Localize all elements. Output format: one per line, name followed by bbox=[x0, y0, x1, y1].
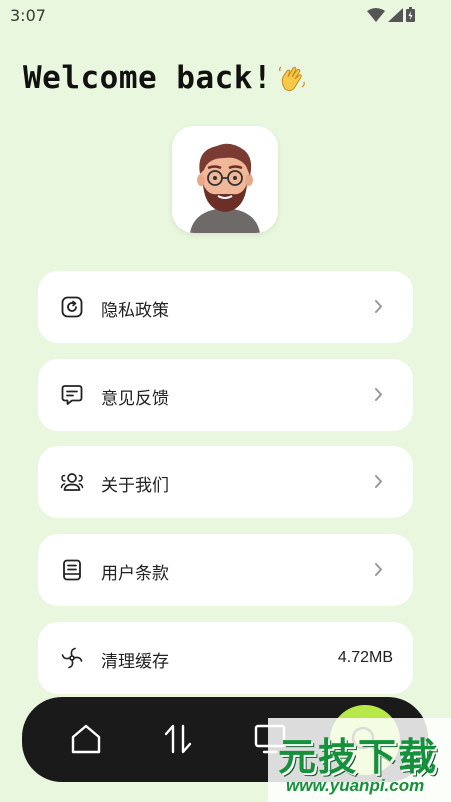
watermark-url: www.yuanpi.com bbox=[286, 776, 425, 795]
signal-icon bbox=[388, 7, 403, 22]
page-title: Welcome back! bbox=[23, 60, 273, 96]
menu-item-feedback[interactable]: 意见反馈 bbox=[38, 359, 413, 431]
menu-item-label: 关于我们 bbox=[101, 476, 169, 496]
message-icon bbox=[61, 385, 83, 405]
avatar-image bbox=[172, 126, 278, 233]
wifi-icon bbox=[367, 7, 385, 22]
menu-item-label: 清理缓存 bbox=[101, 652, 169, 672]
status-time: 3:07 bbox=[10, 6, 46, 25]
menu-item-clear-cache[interactable]: 清理缓存 4.72MB bbox=[38, 622, 413, 694]
refresh-icon bbox=[61, 296, 83, 318]
users-icon bbox=[60, 473, 84, 491]
chevron-right-icon bbox=[375, 388, 383, 401]
watermark: 元技下载 www.yuanpi.com bbox=[268, 718, 451, 802]
watermark-title: 元技下载 bbox=[278, 735, 439, 779]
waving-hand-icon bbox=[279, 66, 305, 92]
menu-item-about-us[interactable]: 关于我们 bbox=[38, 446, 413, 518]
menu-item-label: 隐私政策 bbox=[101, 301, 169, 321]
fan-icon bbox=[61, 647, 83, 669]
chevron-right-icon bbox=[375, 563, 383, 576]
avatar[interactable] bbox=[172, 126, 278, 233]
menu-item-privacy-policy[interactable]: 隐私政策 bbox=[38, 271, 413, 343]
chevron-right-icon bbox=[375, 300, 383, 313]
menu-item-label: 用户条款 bbox=[101, 564, 169, 584]
menu-item-label: 意见反馈 bbox=[101, 389, 169, 409]
chevron-right-icon bbox=[375, 475, 383, 488]
transfer-icon[interactable] bbox=[158, 719, 198, 759]
status-icons bbox=[367, 7, 415, 22]
menu-item-user-terms[interactable]: 用户条款 bbox=[38, 534, 413, 606]
cache-size-value: 4.72MB bbox=[337, 649, 393, 666]
status-bar: 3:07 bbox=[0, 0, 451, 30]
home-icon[interactable] bbox=[66, 719, 106, 759]
battery-icon bbox=[406, 7, 415, 22]
document-icon bbox=[63, 559, 81, 581]
